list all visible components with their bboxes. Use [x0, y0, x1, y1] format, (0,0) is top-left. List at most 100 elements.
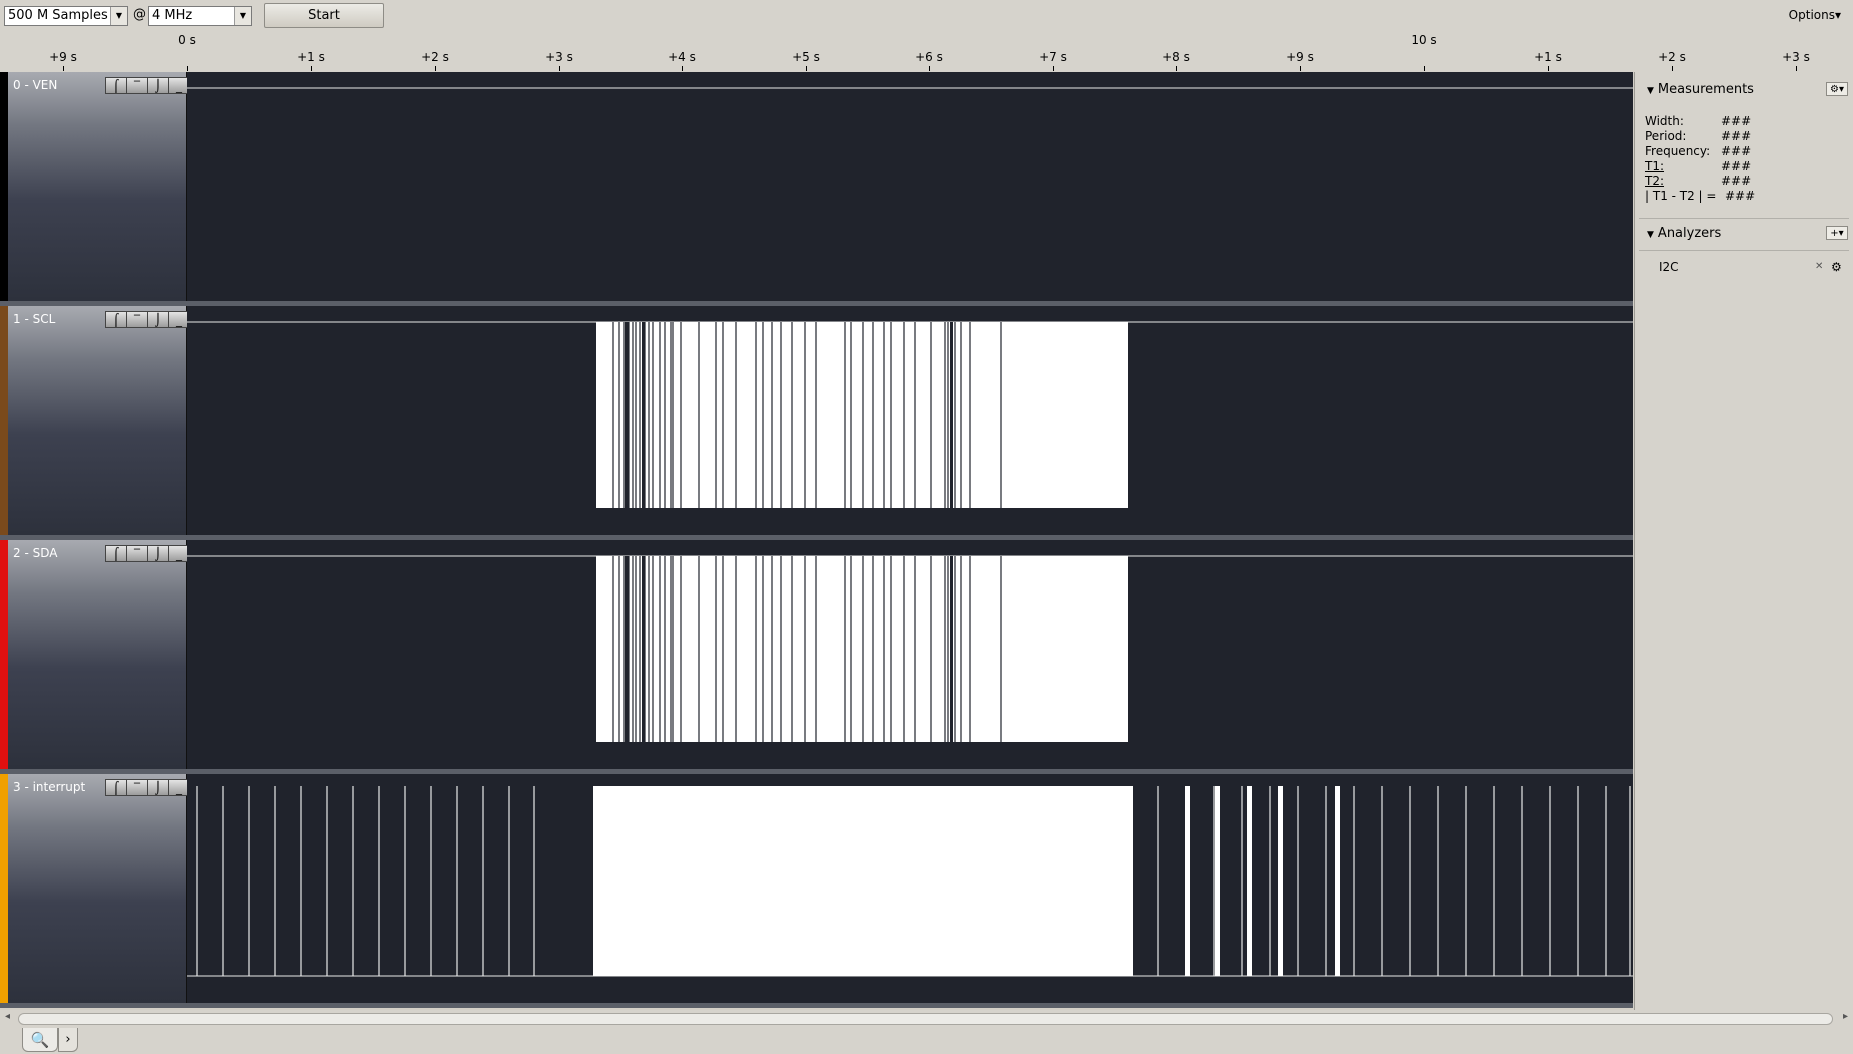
tick-mark — [1300, 66, 1301, 71]
burst-block — [596, 322, 1128, 508]
falling-edge-icon[interactable]: ⌡ — [147, 77, 169, 94]
measurements-title: Measurements — [1657, 82, 1754, 97]
channel-header[interactable]: 1 - SCL ⌠ ‾ ⌡ _ — [0, 306, 190, 540]
tick-label: 10 s — [1411, 33, 1437, 47]
falling-edge-icon[interactable]: ⌡ — [147, 311, 169, 328]
tick-mark — [1548, 66, 1549, 71]
falling-edge-icon[interactable]: ⌡ — [147, 545, 169, 562]
panel-divider — [1639, 250, 1849, 251]
chevron-down-icon[interactable]: ▼ — [234, 7, 251, 25]
pulse — [1215, 786, 1220, 976]
measurement-label[interactable]: T1: — [1645, 159, 1664, 173]
tick-mark — [806, 66, 807, 71]
measurement-value: ### — [1721, 144, 1752, 158]
channel-color-strip — [0, 72, 8, 306]
channel-separator — [0, 1003, 1633, 1008]
analyzers-header[interactable]: ▼ Analyzers — [1647, 226, 1721, 241]
tick-label: +5 s — [792, 50, 820, 64]
waveform-view[interactable] — [187, 306, 1633, 540]
falling-edge-icon[interactable]: ⌡ — [147, 779, 169, 796]
waveform-view[interactable] — [187, 774, 1633, 1008]
pulse — [1335, 786, 1340, 976]
tick-label: +3 s — [1782, 50, 1810, 64]
channel-name: 1 - SCL — [13, 312, 56, 326]
channel-name: 0 - VEN — [13, 78, 58, 92]
scrollbar-thumb[interactable] — [18, 1013, 1833, 1025]
options-menu[interactable]: Options▾ — [1789, 8, 1841, 22]
horizontal-scrollbar[interactable]: ◂ ▸ — [0, 1010, 1853, 1028]
tick-mark — [1424, 66, 1425, 71]
channel-header[interactable]: 2 - SDA ⌠ ‾ ⌡ _ — [0, 540, 190, 774]
tick-mark — [1053, 66, 1054, 71]
rate-select[interactable]: 4 MHz ▼ — [148, 6, 252, 26]
gear-icon[interactable]: ⚙▾ — [1826, 82, 1848, 96]
tick-label: +8 s — [1162, 50, 1190, 64]
waveform-view[interactable] — [187, 540, 1633, 774]
tick-label: +9 s — [1286, 50, 1314, 64]
collapse-triangle-icon: ▼ — [1647, 86, 1654, 96]
pulse — [1185, 786, 1190, 976]
waveform-svg — [187, 555, 1633, 742]
tick-mark — [929, 66, 930, 71]
trigger-buttons: ⌠ ‾ ⌡ _ — [105, 779, 190, 796]
measurement-label[interactable]: T2: — [1645, 174, 1664, 188]
tick-label: +2 s — [1658, 50, 1686, 64]
high-level-icon[interactable]: ‾ — [126, 311, 148, 328]
samples-select[interactable]: 500 M Samples ▼ — [4, 6, 128, 26]
more-tab[interactable]: › — [58, 1028, 78, 1052]
measurement-label: Width: — [1645, 114, 1684, 128]
measurement-value: ### — [1725, 189, 1756, 203]
measurement-value: ### — [1721, 174, 1752, 188]
waveform-view[interactable] — [187, 72, 1633, 306]
tick-mark — [311, 66, 312, 71]
high-block — [593, 786, 1133, 976]
measurement-label: Period: — [1645, 129, 1687, 143]
tick-label: +4 s — [668, 50, 696, 64]
burst-gap — [625, 556, 629, 742]
chevron-right-icon: › — [65, 1032, 71, 1047]
channel-name: 2 - SDA — [13, 546, 58, 560]
rising-edge-icon[interactable]: ⌠ — [105, 311, 127, 328]
high-level-icon[interactable]: ‾ — [126, 779, 148, 796]
analyzer-item[interactable]: I2C ✕ ⚙ — [1659, 260, 1849, 278]
tick-mark — [187, 66, 188, 71]
gear-icon[interactable]: ⚙ — [1831, 260, 1842, 274]
trigger-buttons: ⌠ ‾ ⌡ _ — [105, 311, 190, 328]
burst-gap — [642, 322, 645, 508]
search-tab[interactable]: 🔍 — [22, 1028, 58, 1052]
close-icon[interactable]: ✕ — [1815, 261, 1823, 272]
high-level-icon[interactable]: ‾ — [126, 77, 148, 94]
burst-gap — [950, 556, 953, 742]
high-level-icon[interactable]: ‾ — [126, 545, 148, 562]
time-ruler[interactable]: +9 s 0 s +1 s +2 s +3 s +4 s +5 s +6 s +7 s +8 s +… — [0, 30, 1853, 72]
tick-label: +1 s — [1534, 50, 1562, 64]
scroll-right-icon[interactable]: ▸ — [1843, 1011, 1848, 1022]
measurement-value: ### — [1721, 159, 1752, 173]
pulse — [1278, 786, 1283, 976]
rising-edge-icon[interactable]: ⌠ — [105, 545, 127, 562]
measurement-value: ### — [1721, 129, 1752, 143]
rising-edge-icon[interactable]: ⌠ — [105, 779, 127, 796]
tick-label: +3 s — [545, 50, 573, 64]
channel-row: 1 - SCL ⌠ ‾ ⌡ _ — [0, 306, 1633, 540]
measurements-header[interactable]: ▼ Measurements — [1647, 82, 1754, 97]
start-button[interactable]: Start — [264, 3, 384, 28]
trigger-buttons: ⌠ ‾ ⌡ _ — [105, 77, 190, 94]
tick-label: 0 s — [178, 33, 196, 47]
chevron-down-icon[interactable]: ▼ — [110, 7, 127, 25]
waveform-svg — [187, 321, 1633, 508]
search-icon: 🔍 — [30, 1030, 50, 1049]
channel-row: 0 - VEN ⌠ ‾ ⌡ _ — [0, 72, 1633, 306]
rising-edge-icon[interactable]: ⌠ — [105, 77, 127, 94]
burst-gap — [625, 322, 629, 508]
waveform-svg — [187, 786, 1633, 977]
channel-header[interactable]: 0 - VEN ⌠ ‾ ⌡ _ — [0, 72, 190, 306]
tick-mark — [559, 66, 560, 71]
side-panel: ▼ Measurements ⚙▾ Width: ### Period: ### Freq… — [1634, 72, 1853, 1010]
rate-value: 4 MHz — [152, 8, 193, 23]
add-icon[interactable]: +▾ — [1826, 226, 1848, 240]
scroll-left-icon[interactable]: ◂ — [5, 1011, 10, 1022]
channel-color-strip — [0, 306, 8, 540]
channel-header[interactable]: 3 - interrupt ⌠ ‾ ⌡ _ — [0, 774, 190, 1008]
measurement-label: Frequency: — [1645, 144, 1711, 158]
